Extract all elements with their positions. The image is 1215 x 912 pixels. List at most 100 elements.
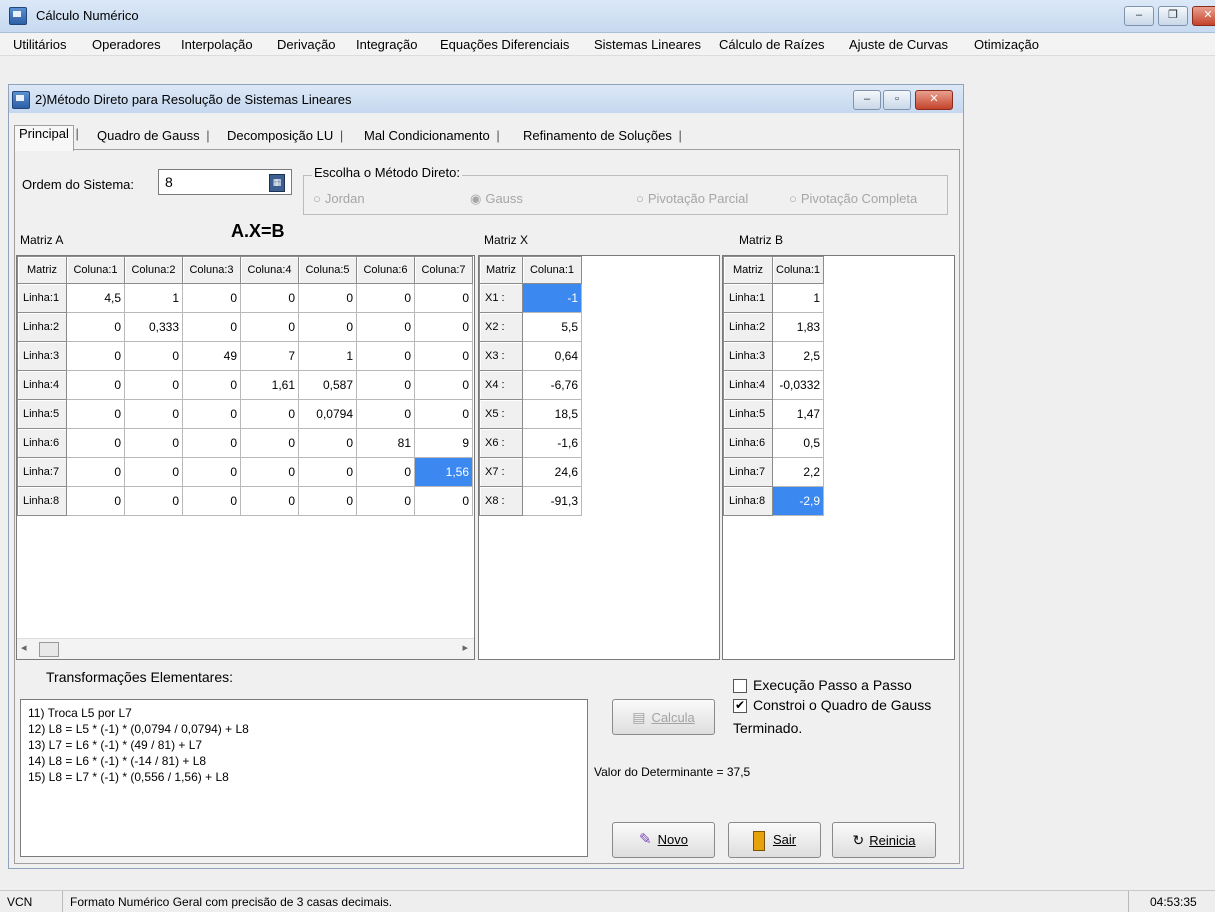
grid-cell[interactable]: 1 [298,341,357,371]
row-header[interactable]: Linha:3 [17,341,67,371]
row-header[interactable]: Linha:8 [723,486,773,516]
grid-cell[interactable]: 0 [414,399,473,429]
grid-cell[interactable]: 24,6 [522,457,582,487]
grid-cell[interactable]: 0 [240,399,299,429]
grid-cell[interactable]: 0 [356,486,415,516]
menu-utilitarios[interactable]: Utilitários [13,37,66,52]
grid-cell[interactable]: -91,3 [522,486,582,516]
grid-cell[interactable]: 0 [66,486,125,516]
tab-mal-condicionamento[interactable]: Mal Condicionamento [360,128,499,148]
menu-integracao[interactable]: Integração [356,37,417,52]
menu-equacoes-diferenciais[interactable]: Equações Diferenciais [440,37,569,52]
grid-cell[interactable]: 0,0794 [298,399,357,429]
grid-cell[interactable]: 0 [124,457,183,487]
grid-cell[interactable]: 0 [66,457,125,487]
matriz-b-table[interactable]: Matriz Coluna:1 Linha:1 1 Linha:2 1,83 Linha… [723,256,825,516]
grid-cell[interactable]: 0 [356,312,415,342]
tab-refinamento-de-solucoes[interactable]: Refinamento de Soluções [519,128,682,148]
menu-otimizacao[interactable]: Otimização [974,37,1039,52]
grid-cell[interactable]: -0,0332 [772,370,825,400]
grid-cell[interactable]: 1,47 [772,399,825,429]
grid-cell[interactable]: 0 [356,457,415,487]
row-header[interactable]: Linha:5 [17,399,67,429]
grid-cell[interactable]: 7 [240,341,299,371]
grid-cell[interactable]: 1,56 [414,457,473,487]
grid-cell[interactable]: 0 [240,312,299,342]
grid-cell[interactable]: 0 [182,370,241,400]
grid-cell[interactable]: 0 [414,283,473,313]
grid-cell[interactable]: 0 [66,312,125,342]
row-header[interactable]: X7 : [479,457,523,487]
grid-cell[interactable]: 0 [240,457,299,487]
close-icon[interactable]: ✕ [1192,6,1215,26]
grid-cell[interactable]: 0 [182,457,241,487]
grid-cell[interactable]: 0 [124,428,183,458]
matriz-x-table[interactable]: Matriz Coluna:1 X1 : -1 X2 :5,5 X3 :0,64 X4 … [479,256,582,516]
menu-derivacao[interactable]: Derivação [277,37,336,52]
grid-cell[interactable]: -1 [522,283,582,313]
grid-cell[interactable]: 0 [182,312,241,342]
grid-cell[interactable]: 0 [414,341,473,371]
grid-cell[interactable]: 0 [66,428,125,458]
grid-cell[interactable]: 0 [124,341,183,371]
grid-cell[interactable]: -1,6 [522,428,582,458]
quadro-checkbox[interactable]: ✔ [733,699,747,713]
row-header[interactable]: X2 : [479,312,523,342]
grid-cell[interactable]: 2,2 [772,457,825,487]
menu-ajuste-de-curvas[interactable]: Ajuste de Curvas [849,37,948,52]
grid-cell[interactable]: 0 [298,428,357,458]
sair-button[interactable]: Sair [728,822,821,858]
grid-cell[interactable]: 0 [356,341,415,371]
matriz-a-scrollbar[interactable]: ◂ ▸ [17,638,474,659]
restore-icon[interactable]: ❐ [1158,6,1188,26]
menu-interpolacao[interactable]: Interpolação [181,37,253,52]
grid-cell[interactable]: 0 [182,428,241,458]
grid-cell[interactable]: 0 [298,486,357,516]
menu-operadores[interactable]: Operadores [92,37,161,52]
tab-decomposicao-lu[interactable]: Decomposição LU [223,128,343,148]
grid-cell[interactable]: 0 [298,457,357,487]
passo-checkbox[interactable] [733,679,747,693]
novo-button[interactable]: ✎ Novo [612,822,715,858]
grid-cell[interactable]: 1,83 [772,312,825,342]
grid-cell[interactable]: 9 [414,428,473,458]
grid-cell[interactable]: 4,5 [66,283,125,313]
grid-cell[interactable]: 0 [182,486,241,516]
row-header[interactable]: Linha:4 [17,370,67,400]
grid-cell[interactable]: 81 [356,428,415,458]
grid-cell[interactable]: 0,5 [772,428,825,458]
scroll-right-icon[interactable]: ▸ [462,641,468,654]
scroll-left-icon[interactable]: ◂ [21,641,27,654]
grid-cell[interactable]: 0 [356,370,415,400]
grid-cell[interactable]: 18,5 [522,399,582,429]
grid-cell[interactable]: 0 [182,283,241,313]
grid-cell[interactable]: 0 [66,341,125,371]
grid-cell[interactable]: 1 [124,283,183,313]
row-header[interactable]: X3 : [479,341,523,371]
row-header[interactable]: Linha:1 [723,283,773,313]
radio-pivotacao-parcial[interactable]: Pivotação Parcial [636,191,748,206]
row-header[interactable]: X1 : [479,283,523,313]
child-minimize-icon[interactable]: – [853,90,881,110]
grid-cell[interactable]: 0 [240,283,299,313]
row-header[interactable]: Linha:8 [17,486,67,516]
grid-cell[interactable]: 1 [772,283,825,313]
row-header[interactable]: X6 : [479,428,523,458]
radio-gauss[interactable]: Gauss [470,191,523,207]
grid-cell[interactable]: 0,333 [124,312,183,342]
row-header[interactable]: Linha:3 [723,341,773,371]
reinicia-button[interactable]: ↻ Reinicia [832,822,936,858]
row-header[interactable]: Linha:5 [723,399,773,429]
radio-pivotacao-completa[interactable]: Pivotação Completa [789,191,917,206]
radio-jordan[interactable]: Jordan [313,191,365,206]
tab-quadro-de-gauss[interactable]: Quadro de Gauss [93,128,209,148]
row-header[interactable]: X5 : [479,399,523,429]
grid-cell[interactable]: 0,64 [522,341,582,371]
grid-cell[interactable]: 49 [182,341,241,371]
grid-cell[interactable]: 0 [66,399,125,429]
grid-cell[interactable]: 0 [356,283,415,313]
row-header[interactable]: Linha:7 [17,457,67,487]
grid-cell[interactable]: 0 [124,486,183,516]
calculator-icon[interactable]: ▦ [269,174,285,192]
grid-cell[interactable]: 0 [240,486,299,516]
